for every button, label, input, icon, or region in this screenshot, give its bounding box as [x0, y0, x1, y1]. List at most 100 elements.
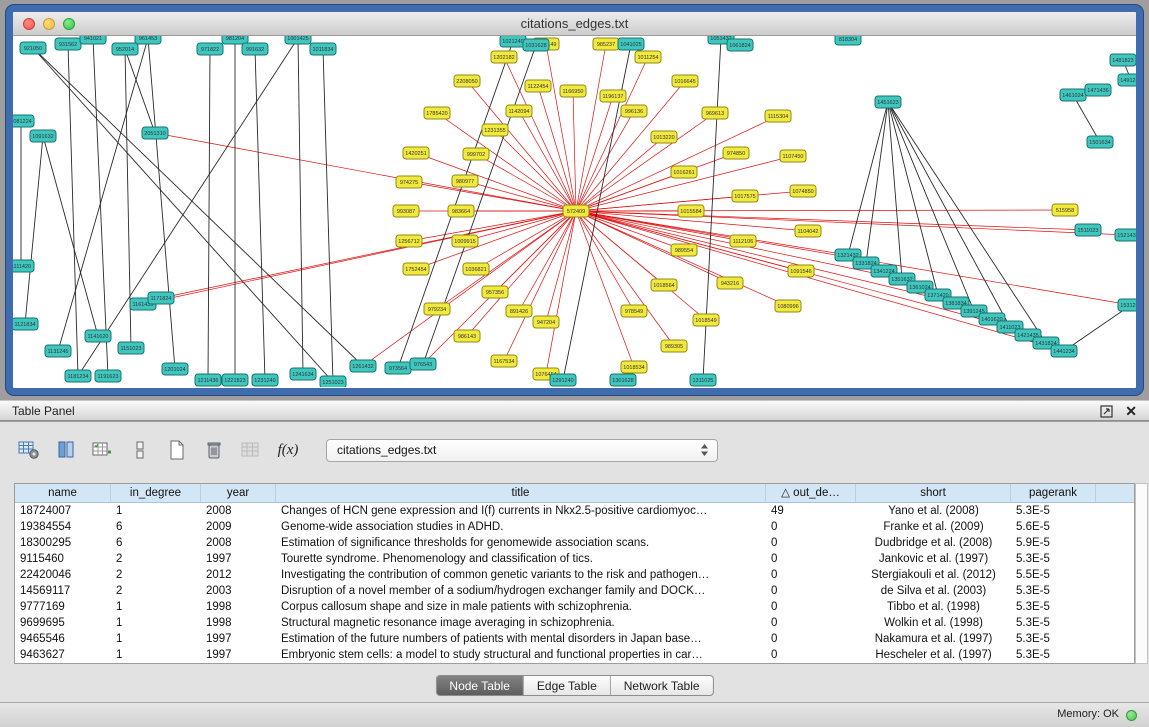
graph-node[interactable]: 978549 [621, 305, 647, 317]
graph-node[interactable]: 1091632 [30, 130, 56, 142]
graph-node[interactable]: 1491240 [1118, 74, 1136, 86]
graph-node[interactable]: 1015584 [678, 205, 704, 217]
column-header[interactable]: pagerank [1011, 484, 1096, 502]
graph-node[interactable]: 1036821 [463, 263, 489, 275]
graph-node[interactable]: 1009915 [452, 235, 478, 247]
graph-edge[interactable] [519, 111, 576, 211]
graph-node[interactable]: 1131245 [45, 345, 71, 357]
table-row[interactable]: 1830029562008Estimation of significance … [15, 535, 1134, 551]
import-table-button[interactable] [236, 436, 266, 464]
graph-edge[interactable] [546, 211, 576, 374]
graph-node[interactable]: 1001425 [285, 36, 311, 44]
graph-node[interactable]: 973564 [385, 362, 411, 374]
graph-edge[interactable] [208, 49, 210, 380]
graph-edge[interactable] [576, 44, 606, 211]
graph-node[interactable]: 1112106 [730, 235, 756, 247]
minimize-window-button[interactable] [43, 18, 55, 30]
graph-node[interactable]: 1231355 [482, 124, 508, 136]
float-panel-icon[interactable] [1100, 405, 1113, 418]
graph-edge[interactable] [519, 211, 576, 311]
table-source-dropdown[interactable]: citations_edges.txt [326, 439, 718, 462]
graph-edge[interactable] [576, 210, 1065, 211]
graph-node[interactable]: 1471436 [1085, 84, 1111, 96]
graph-node[interactable]: 515958 [1052, 204, 1078, 216]
tab-network-table[interactable]: Network Table [611, 676, 713, 695]
zoom-window-button[interactable] [63, 18, 75, 30]
graph-edge[interactable] [465, 211, 576, 241]
graph-node[interactable]: 1420251 [403, 147, 429, 159]
graph-edge[interactable] [576, 211, 788, 306]
graph-node[interactable]: 1018534 [621, 361, 647, 373]
graph-node[interactable]: 1167534 [491, 355, 517, 367]
graph-node[interactable]: 1231240 [252, 374, 278, 386]
tab-edge-table[interactable]: Edge Table [524, 676, 611, 695]
graph-node[interactable]: 1111420 [13, 260, 34, 272]
graph-edge[interactable] [155, 133, 576, 211]
graph-edge[interactable] [703, 38, 721, 380]
graph-node[interactable]: 979234 [424, 303, 450, 315]
graph-node[interactable]: 931562 [55, 38, 81, 50]
graph-node[interactable]: 957356 [482, 286, 508, 298]
graph-edge[interactable] [25, 136, 43, 324]
graph-edge[interactable] [125, 49, 155, 133]
graph-node[interactable]: 572409 [563, 205, 589, 217]
graph-node[interactable]: 1016261 [671, 166, 697, 178]
graph-node[interactable]: 1031628 [523, 39, 549, 51]
graph-edge[interactable] [148, 38, 175, 369]
graph-node[interactable]: 1171824 [148, 292, 174, 304]
graph-node[interactable]: 1142094 [506, 105, 532, 117]
graph-node[interactable]: 1018549 [693, 314, 719, 326]
table-row[interactable]: 911546021997Tourette syndrome. Phenomeno… [15, 551, 1134, 567]
graph-node[interactable]: 1121834 [13, 318, 38, 330]
graph-node[interactable]: 947204 [533, 316, 559, 328]
graph-node[interactable]: 1091546 [788, 265, 814, 277]
graph-node[interactable]: 1201024 [162, 363, 188, 375]
graph-node[interactable]: 989305 [661, 340, 687, 352]
table-row[interactable]: 946362711997Embryonic stem cells: a mode… [15, 647, 1134, 663]
graph-node[interactable]: 1511023 [1075, 224, 1101, 236]
graph-node[interactable]: 985237 [593, 38, 619, 50]
graph-node[interactable]: 1166950 [560, 85, 586, 97]
graph-edge[interactable] [1073, 95, 1100, 142]
graph-node[interactable]: 2051310 [142, 127, 168, 139]
graph-node[interactable]: 1081224 [13, 115, 34, 127]
graph-node[interactable]: 2208050 [454, 75, 480, 87]
window-titlebar[interactable]: citations_edges.txt [13, 12, 1136, 36]
graph-node[interactable]: 991632 [242, 43, 268, 55]
graph-node[interactable]: 1021240 [500, 36, 526, 47]
column-header[interactable]: year [201, 484, 276, 502]
graph-node[interactable]: 989554 [671, 244, 697, 256]
graph-edge[interactable] [576, 96, 613, 211]
graph-node[interactable]: 941021 [80, 36, 106, 44]
graph-node[interactable]: 1211436 [195, 374, 221, 386]
table-settings-button[interactable] [14, 436, 44, 464]
new-table-button[interactable] [162, 436, 192, 464]
graph-node[interactable]: 983664 [448, 205, 474, 217]
edit-table-button[interactable] [88, 436, 118, 464]
column-header[interactable]: △ out_de… [766, 484, 856, 502]
graph-node[interactable]: 1017575 [732, 190, 758, 202]
graph-edge[interactable] [298, 38, 303, 374]
graph-node[interactable]: 976543 [410, 358, 436, 370]
graph-node[interactable]: 1011834 [310, 43, 336, 55]
graph-node[interactable]: 974850 [723, 147, 749, 159]
graph-node[interactable]: 1501634 [1087, 136, 1113, 148]
graph-edge[interactable] [255, 49, 265, 380]
column-chooser-button[interactable] [51, 436, 81, 464]
graph-node[interactable]: 1016645 [672, 75, 698, 87]
delete-table-button[interactable] [199, 436, 229, 464]
graph-edge[interactable] [576, 57, 648, 211]
graph-node[interactable]: 1531245 [1118, 299, 1136, 311]
graph-node[interactable]: 1441234 [1051, 345, 1077, 357]
graph-edge[interactable] [573, 91, 576, 211]
graph-node[interactable]: 1291240 [550, 374, 576, 386]
graph-node[interactable]: 996136 [621, 105, 647, 117]
graph-node[interactable]: 1752454 [403, 263, 429, 275]
graph-node[interactable]: 980977 [452, 175, 478, 187]
graph-edge[interactable] [546, 211, 576, 322]
graph-node[interactable]: 1181234 [65, 370, 91, 382]
close-window-button[interactable] [23, 18, 35, 30]
table-row[interactable]: 977716911998Corpus callosum shape and si… [15, 599, 1134, 615]
table-row[interactable]: 1938455462009Genome-wide association stu… [15, 519, 1134, 535]
graph-node[interactable]: 1104042 [795, 225, 821, 237]
